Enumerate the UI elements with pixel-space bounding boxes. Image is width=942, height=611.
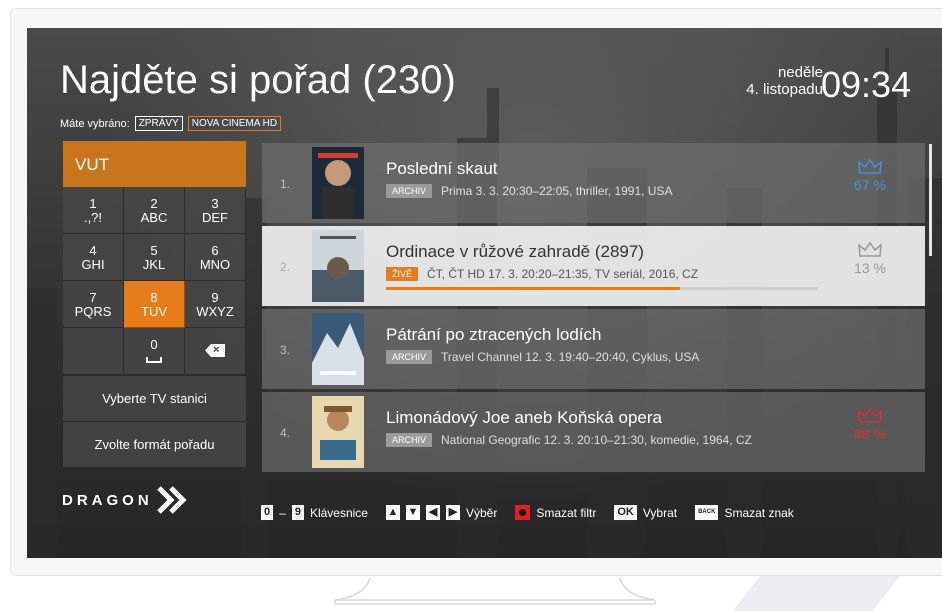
program-title: Pátrání po ztracených lodích	[386, 325, 602, 344]
rating-value: 13 %	[854, 260, 886, 276]
key-9-icon: 9	[291, 505, 304, 520]
backspace-key[interactable]: ×	[185, 328, 246, 375]
page-title: Najděte si pořad (230)	[60, 58, 456, 102]
scrollbar[interactable]	[929, 144, 932, 256]
live-badge: ŽIVĚ	[386, 267, 419, 281]
hint-keypad: Klávesnice	[309, 505, 368, 520]
filter-tag-news[interactable]: ZPRÁVY	[134, 116, 183, 131]
onscreen-keypad: VUT 1.,?! 2 ABC 3 DEF 4 GHI 5 JKL 6 MNO 7 PQRS…	[63, 141, 246, 467]
back-key-icon: BACK	[695, 505, 719, 520]
archive-badge: ARCHIV	[386, 433, 433, 447]
program-info: National Geografic 12. 3. 20:10–21:30, k…	[441, 433, 752, 447]
playback-progress	[386, 287, 818, 290]
key-8[interactable]: 8 TUV	[124, 281, 185, 328]
item-number: 2.	[280, 260, 291, 274]
date-text: 4. listopadu	[746, 81, 823, 98]
arrow-left-icon: ◀	[425, 505, 440, 520]
item-number: 3.	[280, 343, 291, 357]
archive-badge: ARCHIV	[386, 184, 433, 198]
program-meta: ŽIVĚ ČT, ČT HD 17. 3. 20:20–21:35, TV se…	[386, 267, 698, 281]
key-1[interactable]: 1.,?!	[63, 187, 124, 234]
rating: 13 %	[846, 242, 894, 276]
rating: 67 %	[846, 159, 894, 193]
selected-filters: Máte vybráno: ZPRÁVY NOVA CINEMA HD	[60, 116, 282, 131]
program-meta: ARCHIV National Geografic 12. 3. 20:10–2…	[386, 433, 752, 447]
program-title: Limonádový Joe aneb Koňská opera	[386, 408, 662, 427]
key-6[interactable]: 6 MNO	[185, 234, 246, 281]
ok-key-icon: OK	[614, 505, 637, 520]
key-0[interactable]: 0	[124, 328, 185, 375]
filter-tag-channel[interactable]: NOVA CINEMA HD	[187, 116, 282, 131]
tv-screen: Najděte si pořad (230) neděle 4. listopa…	[27, 28, 942, 558]
key-empty	[63, 328, 124, 375]
crown-icon	[858, 408, 882, 423]
hint-confirm: Vybrat	[642, 505, 678, 520]
hint-clear-filter: Smazat filtr	[536, 505, 597, 520]
key-9[interactable]: 9 WXYZ	[185, 281, 246, 328]
list-item[interactable]: 3. Pátrání po ztracených lodích ARCHIV T…	[262, 309, 925, 389]
list-item[interactable]: 1. Poslední skaut ARCHIV Prima 3. 3. 20:…	[262, 143, 925, 223]
arrow-right-icon: ▶	[445, 505, 460, 520]
progress-fill	[386, 287, 680, 290]
space-icon	[146, 357, 162, 363]
results-list: 1. Poslední skaut ARCHIV Prima 3. 3. 20:…	[262, 143, 925, 475]
key-2[interactable]: 2 ABC	[124, 187, 185, 234]
arrow-up-icon: ▲	[385, 505, 400, 520]
poster-image	[312, 396, 364, 468]
program-info: Travel Channel 12. 3. 19:40–20:40, Cyklu…	[441, 350, 700, 364]
backspace-icon: ×	[205, 344, 225, 357]
program-title: Ordinace v růžové zahradě (2897)	[386, 242, 644, 261]
crown-icon	[858, 159, 882, 174]
choose-format-button[interactable]: Zvolte formát pořadu	[63, 421, 246, 467]
rating-value: 67 %	[854, 177, 886, 193]
logo-text: DRAGON	[62, 491, 153, 509]
rating-value: 88 %	[854, 426, 886, 442]
hint-select: Výběr	[465, 505, 498, 520]
keypad-grid: 1.,?! 2 ABC 3 DEF 4 GHI 5 JKL 6 MNO 7 PQRS 8 TU…	[63, 187, 246, 375]
poster-image	[312, 313, 364, 385]
key-4[interactable]: 4 GHI	[63, 234, 124, 281]
program-title: Poslední skaut	[386, 159, 498, 178]
selected-filters-label: Máte vybráno:	[60, 117, 130, 130]
list-item[interactable]: 4. Limonádový Joe aneb Koňská opera ARCH…	[262, 392, 925, 472]
list-item[interactable]: 2. Ordinace v růžové zahradě (2897) ŽIVĚ…	[262, 226, 925, 306]
program-info: Prima 3. 3. 20:30–22:05, thriller, 1991,…	[441, 184, 673, 198]
key-0-icon: 0	[261, 505, 274, 520]
program-meta: ARCHIV Travel Channel 12. 3. 19:40–20:40…	[386, 350, 699, 364]
day-name: neděle	[777, 64, 823, 81]
archive-badge: ARCHIV	[386, 350, 433, 364]
arrow-down-icon: ▼	[405, 505, 420, 520]
poster-image	[312, 230, 364, 302]
poster-image	[312, 147, 364, 219]
item-number: 4.	[280, 426, 291, 440]
control-hints: 0 – 9 Klávesnice ▲ ▼ ◀ ▶ Výběr Smazat fi…	[261, 505, 794, 520]
clock: 09:34	[821, 64, 912, 105]
date-display: neděle 4. listopadu	[727, 64, 823, 98]
red-button-icon	[515, 505, 531, 520]
item-number: 1.	[280, 177, 291, 191]
program-meta: ARCHIV Prima 3. 3. 20:30–22:05, thriller…	[386, 184, 672, 198]
choose-tv-station-button[interactable]: Vyberte TV stanici	[63, 375, 246, 421]
dragon-logo: DRAGON	[62, 486, 191, 514]
hint-dash: –	[279, 505, 286, 520]
tv-stand	[330, 578, 660, 608]
program-info: ČT, ČT HD 17. 3. 20:20–21:35, TV seriál,…	[427, 267, 699, 281]
search-input[interactable]: VUT	[63, 141, 246, 187]
key-7[interactable]: 7 PQRS	[63, 281, 124, 328]
crown-icon	[858, 242, 882, 257]
chevrons-icon	[156, 486, 187, 514]
rating: 88 %	[846, 408, 894, 442]
hint-delete-char: Smazat znak	[724, 505, 794, 520]
key-3[interactable]: 3 DEF	[185, 187, 246, 234]
key-5[interactable]: 5 JKL	[124, 234, 185, 281]
